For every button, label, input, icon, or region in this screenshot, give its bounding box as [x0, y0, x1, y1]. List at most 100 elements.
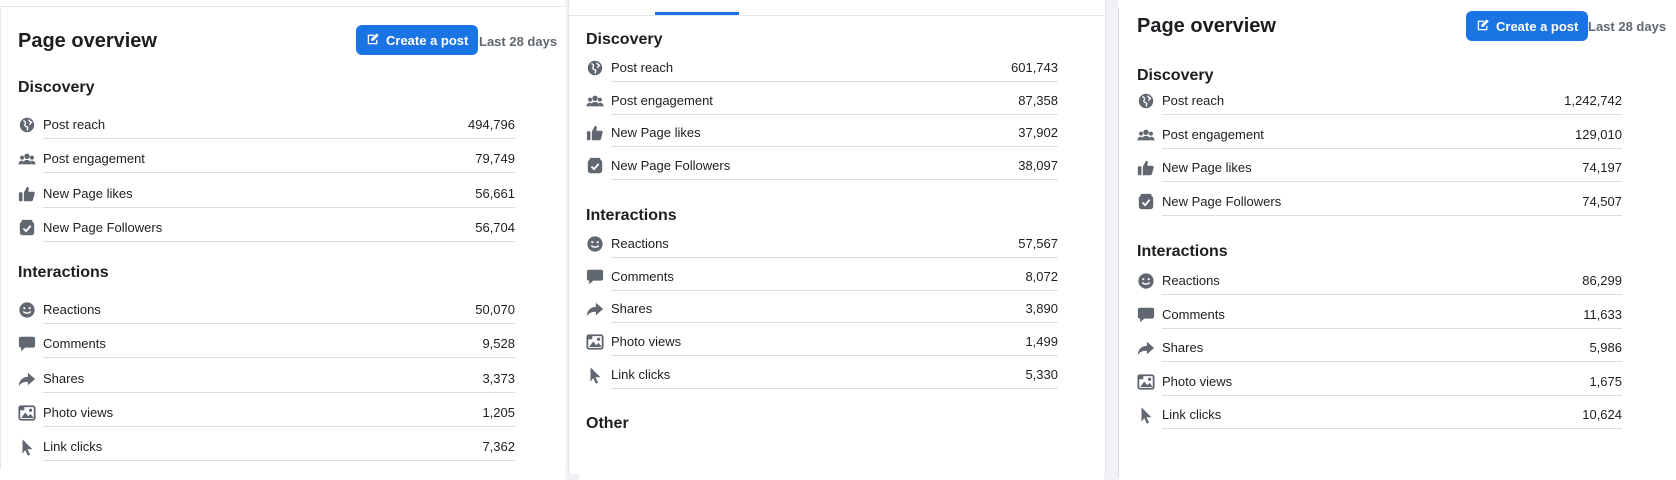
smiley-icon — [1137, 272, 1155, 290]
share-icon — [1137, 339, 1155, 357]
page-overview-panel-3: Page overview Create a post Last 28 days… — [1118, 8, 1676, 478]
metric-row[interactable]: Photo views 1,499 — [586, 326, 1058, 360]
metric-value: 56,704 — [475, 219, 515, 235]
metric-label: Photo views — [1162, 373, 1233, 389]
metric-label: Post engagement — [611, 92, 713, 108]
metric-row[interactable]: Link clicks 7,362 — [18, 431, 515, 465]
metric-value: 1,675 — [1589, 373, 1622, 389]
row-divider — [611, 146, 1058, 148]
metric-label: Comments — [43, 336, 106, 352]
create-post-label: Create a post — [386, 32, 469, 48]
row-divider — [1162, 114, 1622, 115]
photo-icon — [1137, 373, 1155, 391]
metric-row[interactable]: New Page Followers 38,097 — [586, 150, 1058, 184]
metric-value: 86,299 — [1582, 273, 1622, 288]
metric-row[interactable]: New Page likes 37,902 — [586, 117, 1058, 151]
metric-row[interactable]: Comments 11,633 — [1137, 299, 1622, 333]
follower-icon — [586, 157, 604, 175]
metric-value: 87,358 — [1018, 92, 1058, 108]
metric-row[interactable]: Post reach 494,796 — [18, 109, 515, 143]
metric-value: 74,507 — [1582, 193, 1622, 209]
row-divider — [43, 425, 515, 427]
metric-value: 601,743 — [1011, 60, 1058, 75]
metric-row[interactable]: Shares 3,373 — [18, 363, 515, 397]
metric-row[interactable]: Link clicks 10,624 — [1137, 399, 1622, 433]
metric-label: New Page likes — [43, 185, 133, 201]
page-title: Page overview — [18, 30, 157, 52]
people-icon — [18, 150, 36, 168]
page-title: Page overview — [1137, 15, 1276, 37]
share-icon — [586, 300, 604, 318]
metric-label: Comments — [611, 268, 674, 284]
discovery-section-title: Discovery — [1137, 67, 1214, 84]
create-post-button[interactable]: Create a post — [1466, 11, 1589, 41]
metric-row[interactable]: Post reach 601,743 — [586, 52, 1058, 86]
metric-row[interactable]: New Page likes 74,197 — [1137, 152, 1622, 186]
metric-row[interactable]: Photo views 1,205 — [18, 397, 515, 431]
row-divider — [1162, 394, 1622, 396]
metric-row[interactable]: Comments 9,528 — [18, 328, 515, 362]
row-divider — [611, 81, 1058, 82]
metric-label: Reactions — [43, 302, 101, 317]
share-icon — [18, 370, 36, 388]
row-divider — [43, 460, 515, 462]
metric-row[interactable]: Shares 5,986 — [1137, 332, 1622, 366]
metric-value: 8,072 — [1025, 268, 1058, 284]
people-icon — [586, 92, 604, 110]
metric-value: 10,624 — [1582, 407, 1622, 423]
date-range-label[interactable]: Last 28 days — [1588, 19, 1666, 34]
cursor-icon — [18, 438, 36, 456]
metric-label: Shares — [1162, 340, 1204, 356]
date-range-label[interactable]: Last 28 days — [479, 34, 557, 49]
metric-row[interactable]: Reactions 86,299 — [1137, 265, 1622, 299]
metric-value: 3,373 — [482, 370, 515, 386]
edit-icon — [366, 32, 380, 49]
row-divider — [1162, 147, 1622, 149]
discovery-section-title: Discovery — [586, 31, 663, 48]
metric-value: 1,205 — [482, 404, 515, 420]
thumbs-up-icon — [586, 124, 604, 142]
metric-row[interactable]: New Page likes 56,661 — [18, 178, 515, 212]
interactions-section-title: Interactions — [18, 264, 109, 281]
page-overview-panel-1: Page overview Create a post Last 28 days… — [0, 6, 566, 469]
metric-row[interactable]: Post reach 1,242,742 — [1137, 85, 1622, 119]
create-post-button[interactable]: Create a post — [356, 25, 479, 55]
metric-row[interactable]: Shares 3,890 — [586, 293, 1058, 327]
metric-row[interactable]: Post engagement 87,358 — [586, 85, 1058, 119]
metric-label: New Page Followers — [43, 219, 163, 235]
metric-value: 1,242,742 — [1564, 93, 1622, 108]
photo-icon — [18, 404, 36, 422]
metric-row[interactable]: New Page Followers 56,704 — [18, 212, 515, 246]
metric-label: Post reach — [43, 117, 106, 132]
comment-icon — [1137, 306, 1155, 324]
metric-row[interactable]: Post engagement 79,749 — [18, 143, 515, 177]
metric-value: 1,499 — [1025, 334, 1058, 350]
metric-value: 11,633 — [1583, 306, 1622, 322]
row-divider — [611, 113, 1058, 115]
metric-row[interactable]: Post engagement 129,010 — [1137, 119, 1622, 153]
row-divider — [1162, 214, 1622, 216]
metric-row[interactable]: Photo views 1,675 — [1137, 366, 1622, 400]
row-divider — [43, 391, 515, 393]
cursor-icon — [1137, 406, 1155, 425]
metric-label: New Page Followers — [611, 158, 731, 174]
discovery-section-title: Discovery — [18, 79, 95, 96]
metric-row[interactable]: Reactions 57,567 — [586, 228, 1058, 262]
thumbs-up-icon — [1137, 159, 1155, 177]
follower-icon — [18, 219, 36, 237]
globe-icon — [586, 59, 604, 77]
metric-label: Shares — [43, 370, 85, 386]
metric-row[interactable]: New Page Followers 74,507 — [1137, 186, 1622, 220]
row-divider — [611, 355, 1058, 357]
metric-value: 79,749 — [475, 151, 515, 167]
metric-row[interactable]: Comments 8,072 — [586, 261, 1058, 295]
metric-value: 57,567 — [1018, 236, 1058, 251]
row-divider — [611, 387, 1058, 389]
metric-value: 5,986 — [1589, 340, 1622, 356]
row-divider — [611, 289, 1058, 291]
metric-row[interactable]: Link clicks 5,330 — [586, 359, 1058, 393]
metric-value: 7,362 — [482, 439, 515, 455]
metric-value: 56,661 — [475, 185, 515, 201]
metric-row[interactable]: Reactions 50,070 — [18, 294, 515, 328]
tab-divider — [569, 15, 1105, 16]
